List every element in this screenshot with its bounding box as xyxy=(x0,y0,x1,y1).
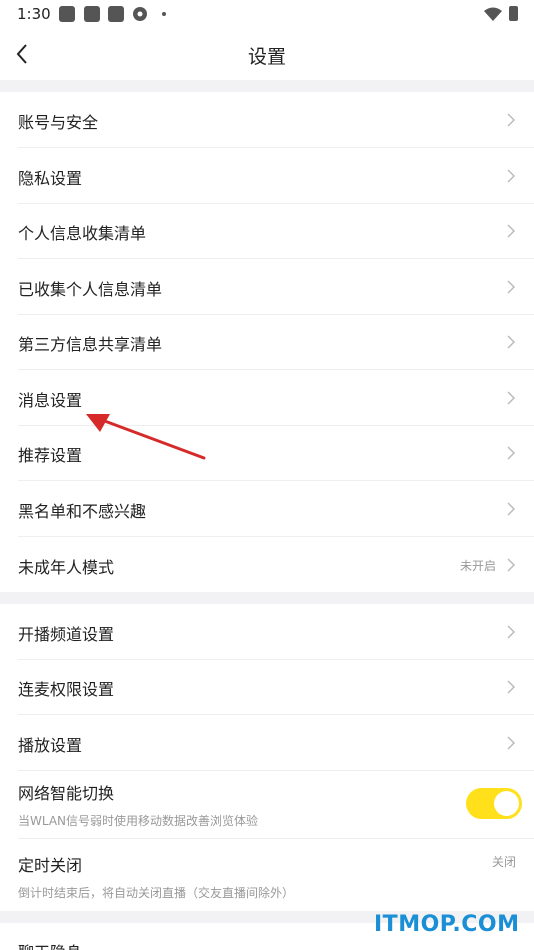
settings-item-third-party-sharing[interactable]: 第三方信息共享清单 xyxy=(0,314,534,370)
chevron-right-icon xyxy=(507,169,516,183)
chevron-right-icon xyxy=(507,335,516,349)
settings-item-minor-mode[interactable]: 未成年人模式 未开启 xyxy=(0,537,534,593)
chevron-right-icon xyxy=(507,224,516,238)
notification-icon xyxy=(108,6,124,22)
settings-item-privacy[interactable]: 隐私设置 xyxy=(0,148,534,204)
page-title: 设置 xyxy=(247,46,286,68)
status-bar: 1:30 xyxy=(0,0,534,28)
minor-mode-status: 未开启 xyxy=(459,559,496,573)
chevron-right-icon xyxy=(507,680,516,694)
chevron-right-icon xyxy=(507,280,516,294)
settings-item-timer-off[interactable]: 定时关闭 关闭 倒计时结束后，将自动关闭直播（交友直播间除外） xyxy=(0,839,534,911)
settings-item-label: 隐私设置 xyxy=(18,169,83,188)
settings-item-label: 已收集个人信息清单 xyxy=(18,280,163,299)
settings-item-label: 播放设置 xyxy=(18,736,83,755)
chevron-right-icon xyxy=(507,558,516,572)
settings-item-label: 定时关闭 xyxy=(18,856,83,875)
settings-item-playback[interactable]: 播放设置 xyxy=(0,715,534,771)
settings-item-label: 未成年人模式 xyxy=(18,558,115,577)
settings-item-description: 倒计时结束后，将自动关闭直播（交友直播间除外） xyxy=(18,886,295,900)
settings-item-network-switch: 网络智能切换 当WLAN信号弱时使用移动数据改善浏览体验 xyxy=(0,771,534,839)
settings-item-label: 消息设置 xyxy=(18,391,83,410)
chevron-right-icon xyxy=(507,446,516,460)
settings-item-label: 推荐设置 xyxy=(18,446,83,465)
battery-icon xyxy=(509,6,518,21)
aperture-icon xyxy=(133,7,147,21)
settings-item-description: 当WLAN信号弱时使用移动数据改善浏览体验 xyxy=(18,814,259,828)
chevron-right-icon xyxy=(507,736,516,750)
notification-icon xyxy=(84,6,100,22)
chevron-right-icon xyxy=(507,113,516,127)
settings-item-broadcast-channel[interactable]: 开播频道设置 xyxy=(0,604,534,660)
timer-status: 关闭 xyxy=(491,855,516,869)
section-separator xyxy=(0,592,534,604)
settings-item-account-security[interactable]: 账号与安全 xyxy=(0,92,534,148)
settings-item-collected-info[interactable]: 已收集个人信息清单 xyxy=(0,259,534,315)
watermark-text: ITMOP.COM xyxy=(374,912,520,937)
settings-item-label: 网络智能切换 xyxy=(18,784,115,803)
annotation-arrow-icon xyxy=(86,414,206,460)
settings-item-personal-info-collection[interactable]: 个人信息收集清单 xyxy=(0,203,534,259)
settings-item-mic-permission[interactable]: 连麦权限设置 xyxy=(0,659,534,715)
settings-item-label: 开播频道设置 xyxy=(18,625,115,644)
notification-icon xyxy=(59,6,75,22)
settings-item-blacklist[interactable]: 黑名单和不感兴趣 xyxy=(0,481,534,537)
settings-item-label: 聊天隐身 xyxy=(18,939,82,950)
status-time: 1:30 xyxy=(17,5,51,23)
settings-item-label: 账号与安全 xyxy=(18,113,99,132)
settings-item-label: 连麦权限设置 xyxy=(18,680,115,699)
network-switch-toggle[interactable] xyxy=(466,788,522,819)
settings-item-label: 个人信息收集清单 xyxy=(18,224,147,243)
chevron-right-icon xyxy=(507,502,516,516)
top-bar: 设置 xyxy=(0,28,534,80)
section-separator xyxy=(0,80,534,92)
settings-item-label: 黑名单和不感兴趣 xyxy=(18,502,147,521)
chevron-right-icon xyxy=(507,625,516,639)
settings-item-label: 第三方信息共享清单 xyxy=(18,335,163,354)
more-notifications-icon xyxy=(162,12,166,16)
wifi-icon xyxy=(484,7,502,21)
chevron-right-icon xyxy=(507,391,516,405)
toggle-knob xyxy=(494,791,519,816)
